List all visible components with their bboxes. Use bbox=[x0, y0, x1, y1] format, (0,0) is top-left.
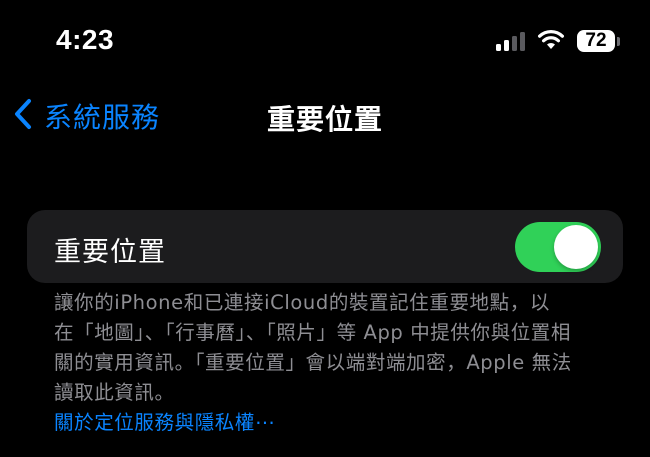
cellular-signal-icon bbox=[496, 31, 525, 51]
footer-line: 讀取此資訊。 bbox=[54, 381, 175, 404]
footer-description: 讓你的iPhone和已連接iCloud的裝置記住重要地點，以 在「地圖」、「行事… bbox=[54, 288, 614, 408]
status-bar: 4:23 72 bbox=[0, 0, 650, 80]
footer: 讓你的iPhone和已連接iCloud的裝置記住重要地點，以 在「地圖」、「行事… bbox=[54, 288, 614, 438]
status-icons: 72 bbox=[496, 28, 620, 54]
page-title: 重要位置 bbox=[266, 103, 383, 136]
footer-line: 讓你的iPhone和已連接iCloud的裝置記住重要地點，以 bbox=[54, 291, 550, 314]
footer-line: 關的實用資訊。「重要位置」會以端對端加密，Apple 無法 bbox=[54, 351, 572, 374]
battery-icon: 72 bbox=[577, 30, 620, 52]
wifi-icon bbox=[537, 28, 565, 54]
status-time: 4:23 bbox=[56, 24, 115, 55]
battery-level: 72 bbox=[577, 30, 615, 52]
privacy-link[interactable]: 關於定位服務與隱私權⋯ bbox=[54, 408, 614, 438]
significant-locations-label: 重要位置 bbox=[54, 237, 166, 268]
footer-line: 在「地圖」、「行事曆」、「照片」等 App 中提供你與位置相 bbox=[54, 321, 571, 344]
significant-locations-row: 重要位置 bbox=[27, 210, 623, 283]
toggle-knob bbox=[554, 225, 598, 269]
settings-group: 重要位置 bbox=[27, 210, 623, 283]
navigation-bar: 系統服務 重要位置 bbox=[0, 90, 650, 142]
significant-locations-toggle[interactable] bbox=[515, 222, 601, 272]
